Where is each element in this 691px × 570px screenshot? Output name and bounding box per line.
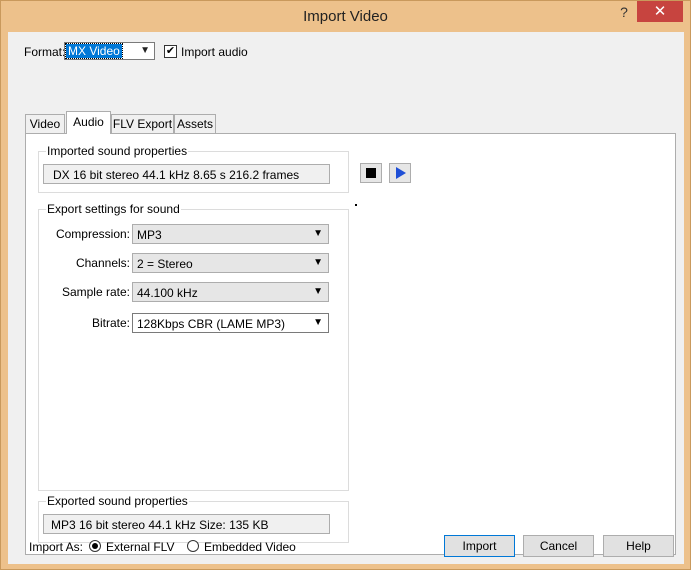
close-icon[interactable]: ✕ <box>637 1 683 22</box>
import-audio-label: Import audio <box>181 45 248 59</box>
cancel-button[interactable]: Cancel <box>523 535 594 557</box>
imported-sound-value: DX 16 bit stereo 44.1 kHz 8.65 s 216.2 f… <box>53 168 300 182</box>
tab-audio[interactable]: Audio <box>66 111 111 134</box>
dialog-client: Format: MX Video ▼ ✔ Import audio Video … <box>8 32 684 564</box>
export-settings-title: Export settings for sound <box>46 202 181 216</box>
exported-sound-value: MP3 16 bit stereo 44.1 kHz Size: 135 KB <box>51 518 269 532</box>
chevron-down-icon: ▼ <box>313 286 323 297</box>
channels-select[interactable]: 2 = Stereo ▼ <box>132 253 329 273</box>
title-bar: Import Video ? ✕ <box>1 1 690 32</box>
sample-rate-label: Sample rate: <box>61 285 130 299</box>
embedded-video-radio[interactable] <box>187 540 199 552</box>
compression-select[interactable]: MP3 ▼ <box>132 224 329 244</box>
chevron-down-icon: ▼ <box>140 45 150 56</box>
import-audio-checkbox[interactable]: ✔ <box>164 45 177 58</box>
chevron-down-icon: ▼ <box>313 228 323 239</box>
format-label: Format: <box>24 45 66 59</box>
channels-value: 2 = Stereo <box>137 257 193 271</box>
chevron-down-icon: ▼ <box>313 317 323 328</box>
exported-sound-group: Exported sound properties MP3 16 bit ste… <box>38 494 349 543</box>
embedded-video-label: Embedded Video <box>204 540 296 554</box>
import-video-window: Import Video ? ✕ Format: MX Video ▼ ✔ Im… <box>0 0 691 570</box>
channels-label: Channels: <box>75 256 130 270</box>
compression-label: Compression: <box>55 227 130 241</box>
sample-rate-value: 44.100 kHz <box>137 286 198 300</box>
chevron-down-icon: ▼ <box>313 257 323 268</box>
play-icon <box>396 167 406 179</box>
bitrate-value: 128Kbps CBR (LAME MP3) <box>137 317 286 331</box>
compression-value: MP3 <box>137 228 162 242</box>
audio-tab-panel: Imported sound properties DX 16 bit ster… <box>25 133 676 555</box>
external-flv-radio[interactable] <box>89 540 101 552</box>
tab-video[interactable]: Video <box>25 114 65 134</box>
format-value: MX Video <box>65 43 123 59</box>
import-as-label: Import As: <box>29 540 84 554</box>
import-button[interactable]: Import <box>444 535 515 557</box>
tab-flv-export[interactable]: FLV Export <box>111 114 174 134</box>
format-select[interactable]: MX Video ▼ <box>64 42 155 60</box>
imported-sound-field: DX 16 bit stereo 44.1 kHz 8.65 s 216.2 f… <box>43 164 330 184</box>
bitrate-select[interactable]: 128Kbps CBR (LAME MP3) ▼ <box>132 313 329 333</box>
imported-sound-title: Imported sound properties <box>46 144 189 158</box>
tab-assets[interactable]: Assets <box>174 114 216 134</box>
help-icon[interactable]: ? <box>613 4 635 22</box>
exported-sound-title: Exported sound properties <box>46 494 189 508</box>
stop-button[interactable] <box>360 163 382 183</box>
stray-dot <box>355 204 357 206</box>
exported-sound-field: MP3 16 bit stereo 44.1 kHz Size: 135 KB <box>43 514 330 534</box>
window-title: Import Video <box>303 8 388 25</box>
sample-rate-select[interactable]: 44.100 kHz ▼ <box>132 282 329 302</box>
bitrate-label: Bitrate: <box>91 316 130 330</box>
export-settings-group: Export settings for sound Compression: M… <box>38 202 349 491</box>
stop-icon <box>366 168 376 178</box>
imported-sound-group: Imported sound properties DX 16 bit ster… <box>38 144 349 193</box>
external-flv-label: External FLV <box>106 540 175 554</box>
play-button[interactable] <box>389 163 411 183</box>
help-button[interactable]: Help <box>603 535 674 557</box>
